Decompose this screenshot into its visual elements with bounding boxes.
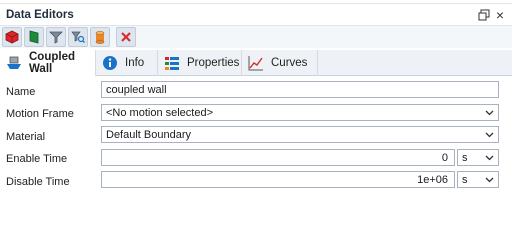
disable-time-label: Disable Time <box>6 176 70 188</box>
motion-frame-label: Motion Frame <box>6 108 74 120</box>
enable-time-field[interactable]: 0 <box>101 149 455 166</box>
cylinder-icon <box>95 31 105 44</box>
name-label: Name <box>6 86 36 98</box>
tab-coupled-wall[interactable]: Coupled Wall <box>0 50 96 77</box>
search-filter-icon <box>71 31 85 43</box>
name-field[interactable]: coupled wall <box>101 81 499 98</box>
tab-label: Coupled Wall <box>29 50 75 75</box>
material-value: Default Boundary <box>106 129 191 141</box>
filter-button[interactable] <box>46 27 66 47</box>
motion-frame-select[interactable]: <No motion selected> <box>101 104 499 121</box>
enable-time-unit-select[interactable]: s <box>457 149 499 166</box>
chevron-down-icon <box>485 177 494 183</box>
tab-properties[interactable]: Properties <box>158 50 242 76</box>
green-flag-icon <box>29 30 39 44</box>
enable-time-label: Enable Time <box>6 153 68 165</box>
add-part-button[interactable] <box>2 27 22 47</box>
restore-window-icon[interactable] <box>478 9 490 21</box>
tab-label: Curves <box>271 57 308 69</box>
curves-icon <box>248 56 263 71</box>
disable-time-field[interactable]: 1e+06 <box>101 171 455 188</box>
red-cube-icon <box>5 30 19 44</box>
chevron-down-icon <box>485 132 494 138</box>
chevron-down-icon <box>485 155 494 161</box>
info-icon <box>103 56 117 70</box>
delete-icon <box>121 32 131 42</box>
search-filter-button[interactable] <box>68 27 88 47</box>
tab-info[interactable]: Info <box>96 50 158 76</box>
top-strip <box>0 0 512 4</box>
tab-curves[interactable]: Curves <box>242 50 318 76</box>
properties-icon <box>165 57 179 70</box>
filter-icon <box>49 31 63 44</box>
material-select[interactable]: Default Boundary <box>101 126 499 143</box>
disable-time-unit-select[interactable]: s <box>457 171 499 188</box>
material-label: Material <box>6 131 46 143</box>
disable-time-unit: s <box>462 174 468 186</box>
tab-label: Info <box>125 57 145 69</box>
enable-time-unit: s <box>462 152 468 164</box>
toolbar <box>0 26 512 48</box>
panel-title-bar: Data Editors × <box>0 5 512 26</box>
tab-label: Properties <box>187 57 240 69</box>
tab-strip: Coupled Wall Info Properties Curves <box>0 50 512 77</box>
add-boundary-button[interactable] <box>24 27 44 47</box>
close-icon[interactable]: × <box>493 7 507 23</box>
cylinder-button[interactable] <box>90 27 110 47</box>
coupled-wall-icon <box>7 56 21 69</box>
panel-title: Data Editors <box>6 9 74 21</box>
delete-button[interactable] <box>116 27 136 47</box>
chevron-down-icon <box>485 110 494 116</box>
motion-frame-value: <No motion selected> <box>106 107 214 119</box>
